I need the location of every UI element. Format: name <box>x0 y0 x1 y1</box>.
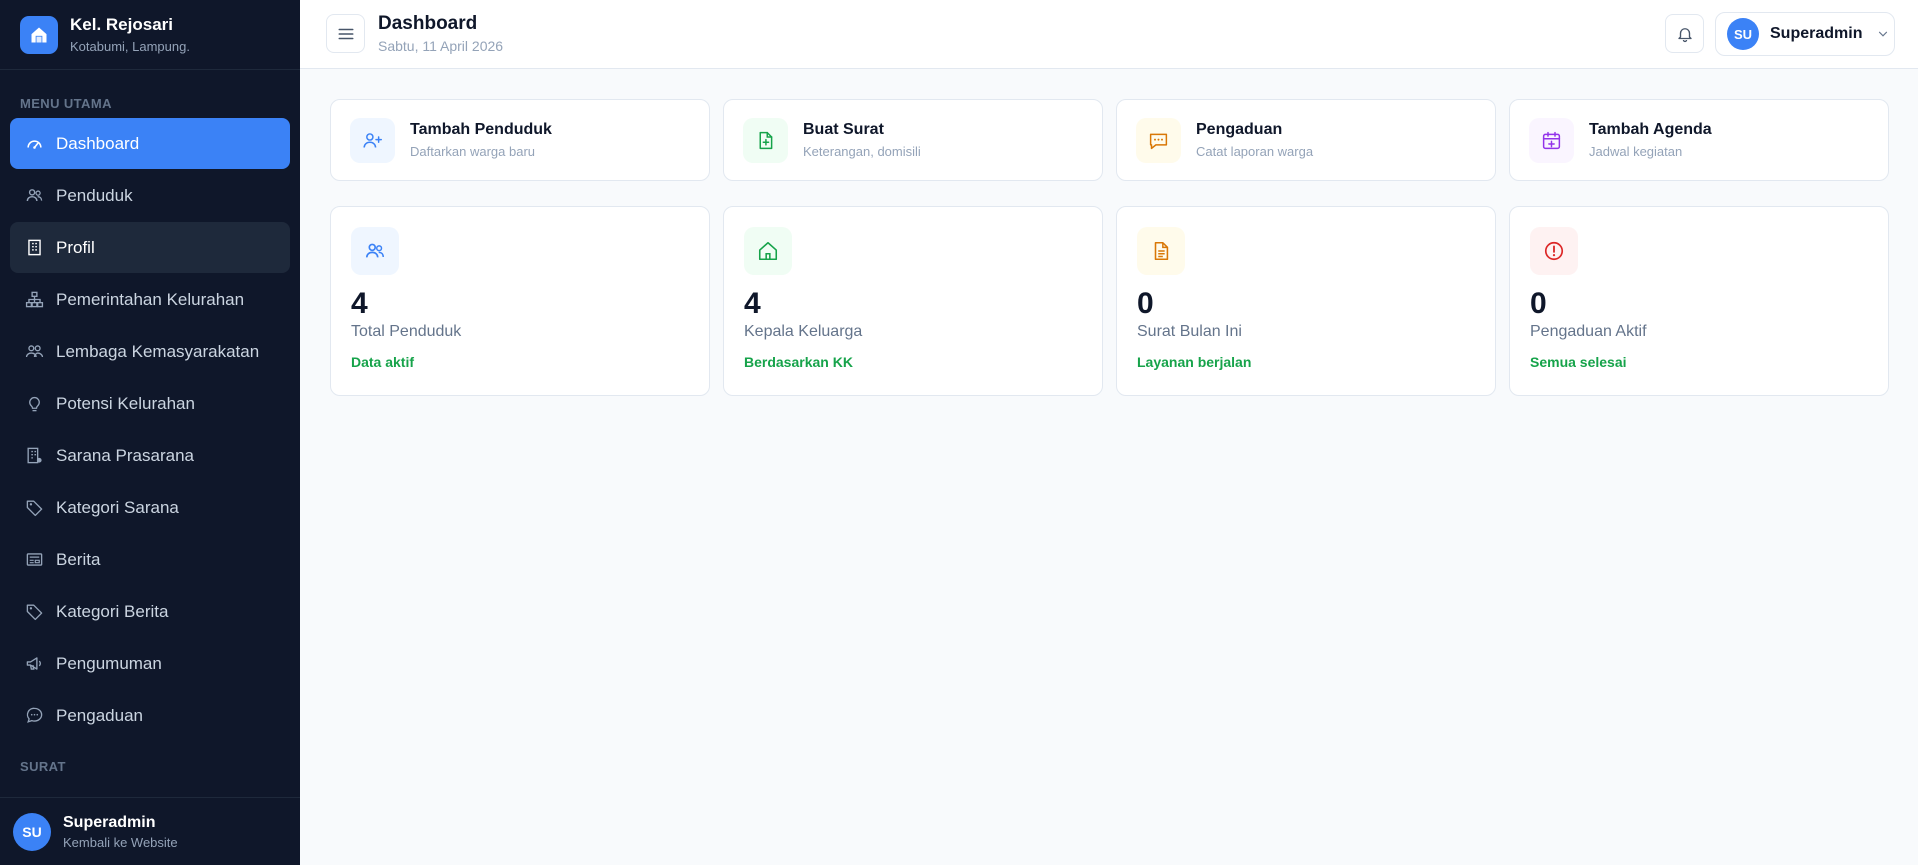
stat-label: Surat Bulan Ini <box>1137 323 1242 340</box>
stat-card-pengaduan-aktif: 0 Pengaduan Aktif Semua selesai <box>1509 206 1889 396</box>
quick-action-title: Pengaduan <box>1196 121 1283 138</box>
sidebar-menu: Dashboard Penduduk Profil Pemerintahan Kelu… <box>10 118 290 742</box>
stat-label: Kepala Keluarga <box>744 323 863 340</box>
sidebar-item-potensi-kelurahan[interactable]: Potensi Kelurahan <box>10 378 290 429</box>
hamburger-icon <box>338 28 353 39</box>
building-icon <box>24 238 44 258</box>
sidebar-item-berita[interactable]: Berita <box>10 534 290 585</box>
menu-toggle-button[interactable] <box>326 14 365 53</box>
sidebar-item-dashboard[interactable]: Dashboard <box>10 118 290 169</box>
quick-action-subtitle: Catat laporan warga <box>1196 144 1314 159</box>
newspaper-icon <box>24 550 44 570</box>
sidebar-item-label: Sarana Prasarana <box>56 445 194 465</box>
quick-action-pengaduan[interactable]: Pengaduan Catat laporan warga <box>1116 99 1496 181</box>
home-logo-icon <box>20 15 58 54</box>
page-date: Sabtu, 11 April 2026 <box>378 38 504 54</box>
sidebar-item-label: Pengumuman <box>56 653 162 673</box>
sidebar-item-label: Lembaga Kemasyarakatan <box>56 341 260 361</box>
quick-action-tambah-agenda[interactable]: Tambah Agenda Jadwal kegiatan <box>1509 99 1889 181</box>
sidebar-item-sarana-prasarana[interactable]: Sarana Prasarana <box>10 430 290 481</box>
stat-note: Layanan berjalan <box>1137 354 1252 370</box>
sidebar-item-label: Profil <box>56 237 95 257</box>
stat-value: 4 <box>351 287 368 320</box>
sidebar-item-label: Pengaduan <box>56 705 143 725</box>
alert-circle-icon <box>1530 227 1578 275</box>
stat-note: Semua selesai <box>1530 354 1627 370</box>
building-gear-icon <box>24 446 44 466</box>
org-chart-icon <box>24 290 44 310</box>
section-label-surat: SURAT <box>20 759 66 774</box>
sidebar-item-label: Kategori Sarana <box>56 497 179 517</box>
user-menu-button[interactable]: SU Superadmin <box>1715 12 1895 56</box>
chat-bubble-icon <box>24 706 44 726</box>
sidebar-item-kategori-sarana[interactable]: Kategori Sarana <box>10 482 290 533</box>
stat-card-kepala-keluarga: 4 Kepala Keluarga Berdasarkan KK <box>723 206 1103 396</box>
chevron-down-icon <box>1876 27 1890 41</box>
top-header: Dashboard Sabtu, 11 April 2026 SU Supera… <box>300 0 1918 69</box>
stat-note: Data aktif <box>351 354 415 370</box>
tag-icon <box>24 498 44 518</box>
sidebar-item-kategori-berita[interactable]: Kategori Berita <box>10 586 290 637</box>
sidebar-item-label: Pemerintahan Kelurahan <box>56 289 245 309</box>
stat-note: Berdasarkan KK <box>744 354 853 370</box>
home-icon <box>744 227 792 275</box>
stat-cards: 4 Total Penduduk Data aktif 4 Kepala Kel… <box>330 206 1890 396</box>
sidebar-item-pengumuman[interactable]: Pengumuman <box>10 638 290 689</box>
user-name: Superadmin <box>1770 25 1863 42</box>
sidebar-item-penduduk[interactable]: Penduduk <box>10 170 290 221</box>
sidebar-item-label: Penduduk <box>56 185 133 205</box>
megaphone-icon <box>24 654 44 674</box>
bell-icon <box>1677 27 1692 42</box>
sidebar: Kel. Rejosari Kotabumi, Lampung. MENU UT… <box>0 0 300 865</box>
quick-action-subtitle: Jadwal kegiatan <box>1589 144 1683 159</box>
stat-value: 0 <box>1530 287 1547 320</box>
sidebar-item-label: Kategori Berita <box>56 601 169 621</box>
quick-action-title: Tambah Agenda <box>1589 121 1712 138</box>
sidebar-item-label: Berita <box>56 549 101 569</box>
section-label-main: MENU UTAMA <box>20 96 112 111</box>
stat-label: Total Penduduk <box>351 323 462 340</box>
quick-action-title: Tambah Penduduk <box>410 121 552 138</box>
user-plus-icon <box>350 117 395 163</box>
stat-card-total-penduduk: 4 Total Penduduk Data aktif <box>330 206 710 396</box>
sidebar-item-profil[interactable]: Profil <box>10 222 290 273</box>
users-icon <box>351 227 399 275</box>
quick-action-subtitle: Daftarkan warga baru <box>410 144 536 159</box>
notifications-button[interactable] <box>1665 14 1704 53</box>
stat-card-surat-bulan-ini: 0 Surat Bulan Ini Layanan berjalan <box>1116 206 1496 396</box>
brand-name: Kel. Rejosari <box>70 15 173 34</box>
avatar: SU <box>1727 18 1759 50</box>
sidebar-item-pemerintahan-kelurahan[interactable]: Pemerintahan Kelurahan <box>10 274 290 325</box>
users-icon <box>24 186 44 206</box>
quick-action-buat-surat[interactable]: Buat Surat Keterangan, domisili <box>723 99 1103 181</box>
quick-actions: Tambah Penduduk Daftarkan warga baru Bua… <box>330 99 1890 181</box>
lightbulb-icon <box>24 394 44 414</box>
back-to-website-link[interactable]: Kembali ke Website <box>63 835 178 850</box>
stat-value: 4 <box>744 287 761 320</box>
page-title: Dashboard <box>378 13 478 34</box>
brand-subtitle: Kotabumi, Lampung. <box>70 39 190 54</box>
people-group-icon <box>24 342 44 362</box>
quick-action-tambah-penduduk[interactable]: Tambah Penduduk Daftarkan warga baru <box>330 99 710 181</box>
avatar: SU <box>13 812 51 851</box>
brand[interactable]: Kel. Rejosari Kotabumi, Lampung. <box>0 0 300 70</box>
document-icon <box>1137 227 1185 275</box>
tag-icon <box>24 602 44 622</box>
gauge-icon <box>24 134 44 154</box>
stat-value: 0 <box>1137 287 1154 320</box>
sidebar-item-pengaduan[interactable]: Pengaduan <box>10 690 290 741</box>
stat-label: Pengaduan Aktif <box>1530 323 1647 340</box>
sidebar-item-lembaga-kemasyarakatan[interactable]: Lembaga Kemasyarakatan <box>10 326 290 377</box>
calendar-plus-icon <box>1529 117 1574 163</box>
chat-dots-icon <box>1136 117 1181 163</box>
sidebar-item-label: Dashboard <box>56 133 140 153</box>
file-plus-icon <box>743 117 788 163</box>
quick-action-title: Buat Surat <box>803 121 884 138</box>
sidebar-user-name: Superadmin <box>63 813 156 831</box>
sidebar-user[interactable]: SU Superadmin Kembali ke Website <box>0 797 300 865</box>
sidebar-item-label: Potensi Kelurahan <box>56 393 195 413</box>
quick-action-subtitle: Keterangan, domisili <box>803 144 921 159</box>
